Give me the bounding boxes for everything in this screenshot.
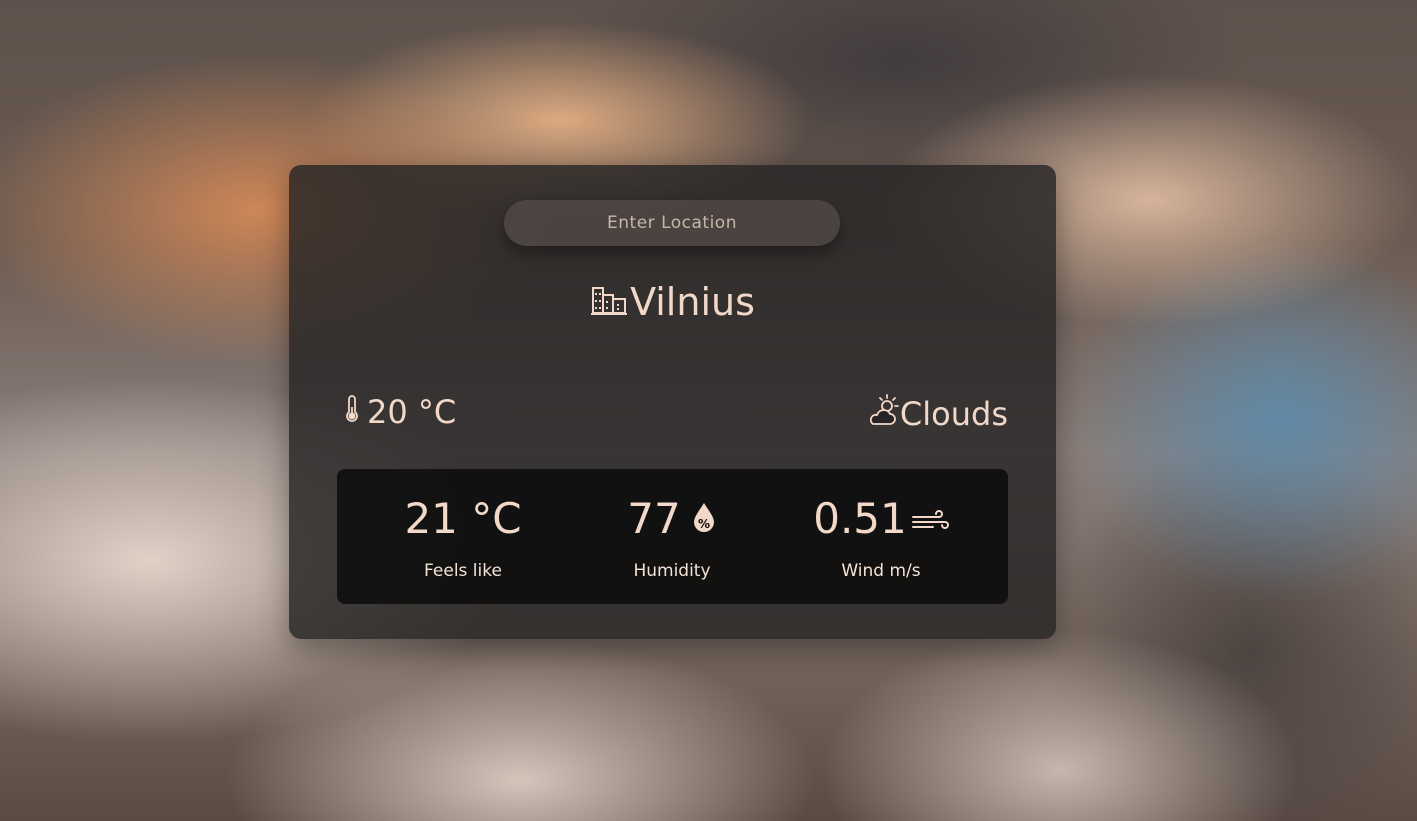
condition-label: Clouds: [899, 395, 1008, 433]
humidity-drop-percent-icon: %: [691, 494, 717, 543]
feels-like-value: 21 °C: [404, 493, 522, 543]
city-heading: Vilnius: [289, 277, 1056, 326]
thermometer-icon: [345, 393, 367, 431]
wind-label: Wind m/s: [841, 561, 921, 581]
feels-like-label: Feels like: [424, 561, 502, 581]
wind-value: 0.51: [813, 493, 907, 543]
city-buildings-icon: [590, 277, 630, 326]
weather-card: Vilnius 20 °C Clouds 2: [289, 165, 1056, 639]
humidity-value: 77: [627, 493, 681, 543]
wind-stat: 0.51 Wind m/s: [781, 491, 981, 581]
weather-details-panel: 21 °C Feels like 77 % Humidity 0.51 Wind…: [337, 469, 1008, 604]
city-name: Vilnius: [630, 279, 755, 324]
partly-cloudy-icon: [866, 393, 900, 435]
weather-condition: Clouds: [866, 393, 1008, 435]
temperature-value: 20 °C: [367, 393, 457, 431]
wind-icon: [911, 494, 949, 543]
current-temperature: 20 °C: [345, 393, 456, 431]
svg-text:%: %: [698, 517, 710, 531]
feels-like-stat: 21 °C Feels like: [363, 491, 563, 582]
humidity-label: Humidity: [633, 561, 711, 581]
location-search-input[interactable]: [504, 200, 840, 246]
humidity-stat: 77 % Humidity: [572, 491, 772, 581]
